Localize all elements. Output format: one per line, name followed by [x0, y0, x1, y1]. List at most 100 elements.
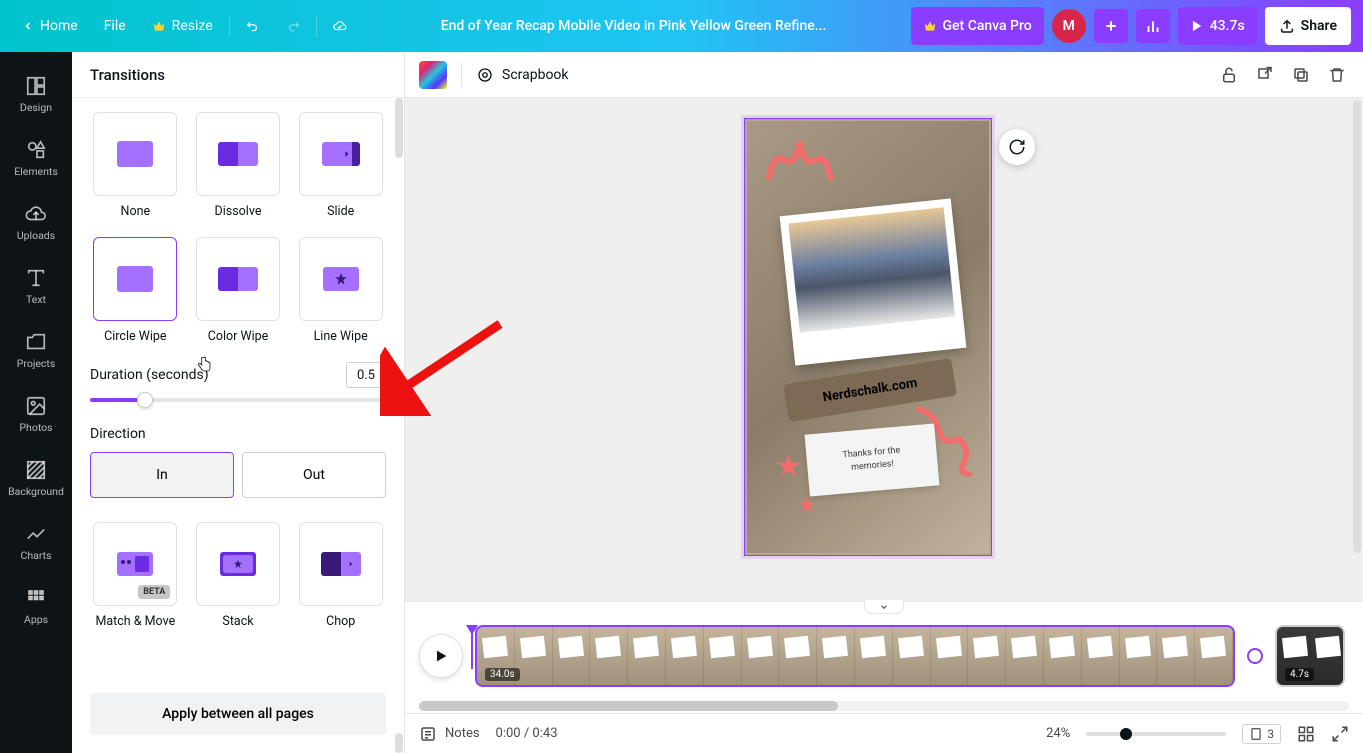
clip-duration-label: 34.0s — [485, 668, 520, 681]
play-preview-button[interactable]: 43.7s — [1178, 7, 1257, 45]
timeline-play-button[interactable] — [419, 634, 463, 678]
play-icon — [1190, 19, 1204, 33]
transition-chop[interactable]: Chop — [295, 522, 386, 629]
squiggle-decoration — [759, 125, 849, 195]
star-decoration-2: ★ — [797, 493, 817, 518]
duplicate-button[interactable] — [1289, 63, 1313, 87]
transition-circle-wipe[interactable]: Circle Wipe — [90, 237, 181, 344]
bar-chart-icon — [1144, 17, 1162, 35]
bottom-bar: Notes 0:00 / 0:43 24% 3 — [405, 713, 1363, 753]
transition-slide[interactable]: Slide — [295, 112, 386, 219]
apply-all-pages-button[interactable]: Apply between all pages — [90, 693, 386, 735]
playhead[interactable] — [471, 631, 473, 669]
sidebar-item-text[interactable]: Text — [0, 254, 72, 318]
sidebar-item-uploads[interactable]: Uploads — [0, 190, 72, 254]
zoom-slider[interactable] — [1086, 732, 1226, 736]
direction-label: Direction — [90, 426, 146, 442]
share-button[interactable]: Share — [1265, 7, 1351, 45]
direction-in-button[interactable]: In — [90, 452, 234, 498]
sidebar-item-elements[interactable]: Elements — [0, 126, 72, 190]
beta-badge: BETA — [138, 585, 170, 599]
lock-button[interactable] — [1217, 63, 1241, 87]
direction-out-button[interactable]: Out — [242, 452, 386, 498]
undo-icon — [246, 17, 260, 35]
zoom-value: 24% — [1046, 726, 1070, 741]
play-icon — [433, 648, 449, 664]
chevron-left-icon — [22, 20, 34, 32]
note-text[interactable]: Thanks for thememories! — [805, 423, 940, 496]
cloud-check-icon — [333, 16, 347, 36]
grid-view-icon[interactable] — [1297, 725, 1315, 743]
sidebar-item-projects[interactable]: Projects — [0, 318, 72, 382]
export-icon — [1256, 66, 1274, 84]
file-menu[interactable]: File — [94, 8, 136, 44]
export-button[interactable] — [1253, 63, 1277, 87]
user-avatar[interactable]: M — [1052, 9, 1086, 43]
duration-label: Duration (seconds) — [90, 367, 209, 383]
crown-icon — [152, 19, 166, 33]
cloud-sync-button[interactable] — [323, 8, 357, 44]
duration-slider[interactable] — [90, 398, 386, 402]
home-label: Home — [40, 18, 78, 34]
resize-button[interactable]: Resize — [142, 8, 223, 44]
analytics-button[interactable] — [1136, 9, 1170, 43]
transition-match-move[interactable]: BETA Match & Move — [90, 522, 181, 629]
home-button[interactable]: Home — [12, 8, 88, 44]
canvas-vertical-scrollbar[interactable] — [1351, 98, 1363, 601]
upload-icon — [1279, 18, 1295, 34]
clip-duration-label-2: 4.7s — [1285, 668, 1314, 681]
sidebar-item-photos[interactable]: Photos — [0, 382, 72, 446]
sidebar-item-apps[interactable]: Apps — [0, 574, 72, 638]
color-picker-button[interactable] — [419, 61, 447, 89]
effect-button[interactable]: Scrapbook — [476, 66, 569, 84]
sidebar-item-charts[interactable]: Charts — [0, 510, 72, 574]
duration-input[interactable]: 0.5 — [346, 362, 386, 388]
timeline-collapse-button[interactable] — [864, 600, 904, 614]
redo-button[interactable] — [276, 8, 310, 44]
sidebar-item-background[interactable]: Background — [0, 446, 72, 510]
panel-title: Transitions — [72, 52, 404, 98]
design-page[interactable]: Nerdschalk.com Thanks for thememories! ★… — [744, 118, 992, 556]
object-sidebar: Design Elements Uploads Text Projects Ph… — [0, 52, 72, 753]
notes-button[interactable]: Notes — [419, 725, 480, 743]
transition-marker[interactable] — [1247, 648, 1263, 664]
playback-time: 0:00 / 0:43 — [496, 726, 558, 741]
notes-icon — [419, 725, 437, 743]
transition-line-wipe[interactable]: Line Wipe — [295, 237, 386, 344]
trash-icon — [1328, 66, 1346, 84]
transitions-panel: Transitions None Dissolve Slide Cir — [72, 52, 405, 753]
slider-handle[interactable] — [137, 392, 153, 408]
canvas-area: Scrapbook Nerdschalk.com Thanks for them… — [405, 52, 1363, 753]
document-title[interactable]: End of Year Recap Mobile Video in Pink Y… — [363, 18, 905, 34]
app-header: Home File Resize End of Year Recap Mobil… — [0, 0, 1363, 52]
transition-color-wipe[interactable]: Color Wipe — [193, 237, 284, 344]
copy-icon — [1292, 66, 1310, 84]
get-pro-button[interactable]: Get Canva Pro — [911, 7, 1044, 45]
panel-scrollbar[interactable] — [393, 98, 404, 753]
timeline-clip-2[interactable]: 4.7s — [1275, 625, 1345, 687]
delete-button[interactable] — [1325, 63, 1349, 87]
chevron-down-icon — [878, 602, 890, 612]
timeline-horizontal-scrollbar[interactable] — [419, 701, 1349, 711]
transition-none[interactable]: None — [90, 112, 181, 219]
undo-button[interactable] — [236, 8, 270, 44]
regenerate-button[interactable] — [999, 129, 1035, 165]
page-count-button[interactable]: 3 — [1242, 724, 1281, 744]
sparkle-icon — [476, 66, 494, 84]
transition-stack[interactable]: Stack — [193, 522, 284, 629]
polaroid-photo[interactable] — [780, 198, 967, 365]
canvas-viewport[interactable]: Nerdschalk.com Thanks for thememories! ★… — [405, 98, 1363, 601]
redo-icon — [286, 17, 300, 35]
add-member-button[interactable] — [1094, 9, 1128, 43]
lock-icon — [1220, 66, 1238, 84]
transition-dissolve[interactable]: Dissolve — [193, 112, 284, 219]
plus-icon — [1103, 18, 1119, 34]
fullscreen-icon[interactable] — [1331, 725, 1349, 743]
pages-icon — [1249, 727, 1263, 741]
sidebar-item-design[interactable]: Design — [0, 62, 72, 126]
timeline-clip-1[interactable]: 34.0s — [475, 625, 1235, 687]
canvas-toolbar: Scrapbook — [405, 52, 1363, 98]
timeline: 34.0s 4.7s — [405, 601, 1363, 713]
star-decoration: ★ — [775, 449, 802, 484]
crown-icon — [923, 19, 937, 33]
